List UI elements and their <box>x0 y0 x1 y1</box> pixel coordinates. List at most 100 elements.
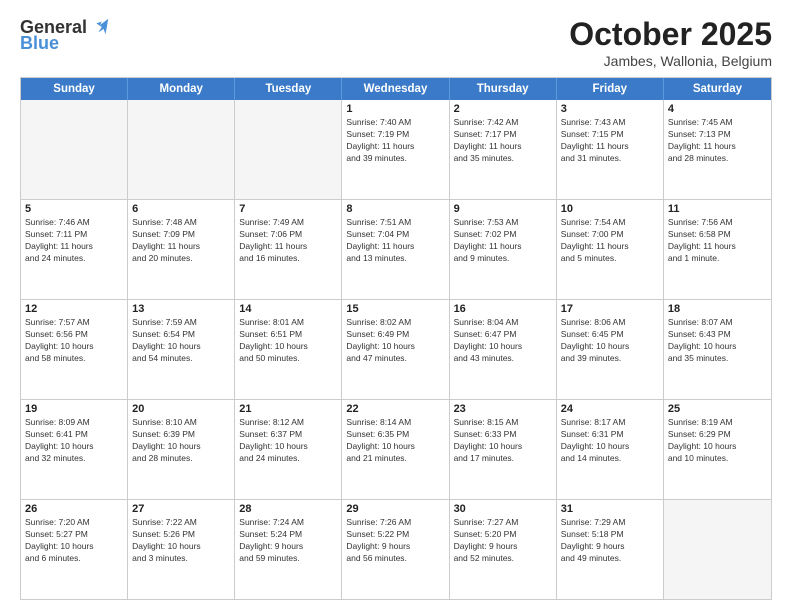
table-row: 27Sunrise: 7:22 AM Sunset: 5:26 PM Dayli… <box>128 500 235 599</box>
day-number: 9 <box>454 203 552 215</box>
header-wednesday: Wednesday <box>342 78 449 100</box>
title-block: October 2025 Jambes, Wallonia, Belgium <box>569 16 772 69</box>
table-row: 13 Sunrise: 7:59 AM Sunset: 6:54 PM Dayli… <box>128 300 235 399</box>
day-number: 18 <box>668 303 767 315</box>
day-info: Sunrise: 7:56 AM Sunset: 6:58 PM Dayligh… <box>668 217 767 265</box>
day-info: Sunrise: 8:06 AM Sunset: 6:45 PM Dayligh… <box>561 317 659 365</box>
day-number: 15 <box>346 303 444 315</box>
day-info: Sunrise: 7:20 AM Sunset: 5:27 PM Dayligh… <box>25 517 123 565</box>
table-row: 3 Sunrise: 7:43 AM Sunset: 7:15 PM Daylig… <box>557 100 664 199</box>
calendar-week-1: 1 Sunrise: 7:40 AM Sunset: 7:19 PM Daylig… <box>21 100 771 200</box>
table-row: 24 Sunrise: 8:17 AM Sunset: 6:31 PM Dayli… <box>557 400 664 499</box>
table-row: 21 Sunrise: 8:12 AM Sunset: 6:37 PM Dayli… <box>235 400 342 499</box>
header-saturday: Saturday <box>664 78 771 100</box>
day-info: Sunrise: 7:22 AM Sunset: 5:26 PM Dayligh… <box>132 517 230 565</box>
calendar-week-4: 19 Sunrise: 8:09 AM Sunset: 6:41 PM Dayli… <box>21 400 771 500</box>
table-row: 10 Sunrise: 7:54 AM Sunset: 7:00 PM Dayli… <box>557 200 664 299</box>
day-number: 20 <box>132 403 230 415</box>
table-row: 17 Sunrise: 8:06 AM Sunset: 6:45 PM Dayli… <box>557 300 664 399</box>
day-info: Sunrise: 7:26 AM Sunset: 5:22 PM Dayligh… <box>346 517 444 565</box>
table-row <box>21 100 128 199</box>
day-number: 17 <box>561 303 659 315</box>
day-number: 19 <box>25 403 123 415</box>
day-number: 21 <box>239 403 337 415</box>
day-number: 3 <box>561 103 659 115</box>
table-row: 31 Sunrise: 7:29 AM Sunset: 5:18 PM Dayli… <box>557 500 664 599</box>
day-info: Sunrise: 8:17 AM Sunset: 6:31 PM Dayligh… <box>561 417 659 465</box>
day-info: Sunrise: 7:27 AM Sunset: 5:20 PM Dayligh… <box>454 517 552 565</box>
day-info: Sunrise: 7:40 AM Sunset: 7:19 PM Dayligh… <box>346 117 444 165</box>
day-info: Sunrise: 7:43 AM Sunset: 7:15 PM Dayligh… <box>561 117 659 165</box>
calendar-week-3: 12Sunrise: 7:57 AM Sunset: 6:56 PM Dayli… <box>21 300 771 400</box>
day-info: Sunrise: 7:57 AM Sunset: 6:56 PM Dayligh… <box>25 317 123 365</box>
day-info: Sunrise: 7:42 AM Sunset: 7:17 PM Dayligh… <box>454 117 552 165</box>
table-row <box>664 500 771 599</box>
logo: General Blue <box>20 16 111 52</box>
table-row: 30 Sunrise: 7:27 AM Sunset: 5:20 PM Dayli… <box>450 500 557 599</box>
table-row: 9 Sunrise: 7:53 AM Sunset: 7:02 PM Daylig… <box>450 200 557 299</box>
day-info: Sunrise: 8:01 AM Sunset: 6:51 PM Dayligh… <box>239 317 337 365</box>
table-row: 12Sunrise: 7:57 AM Sunset: 6:56 PM Dayli… <box>21 300 128 399</box>
table-row: 4 Sunrise: 7:45 AM Sunset: 7:13 PM Daylig… <box>664 100 771 199</box>
day-number: 28 <box>239 503 337 515</box>
table-row: 26Sunrise: 7:20 AM Sunset: 5:27 PM Dayli… <box>21 500 128 599</box>
day-number: 31 <box>561 503 659 515</box>
table-row: 22 Sunrise: 8:14 AM Sunset: 6:35 PM Dayli… <box>342 400 449 499</box>
header-tuesday: Tuesday <box>235 78 342 100</box>
table-row: 7Sunrise: 7:49 AM Sunset: 7:06 PM Daylig… <box>235 200 342 299</box>
day-info: Sunrise: 8:19 AM Sunset: 6:29 PM Dayligh… <box>668 417 767 465</box>
day-number: 14 <box>239 303 337 315</box>
day-info: Sunrise: 7:53 AM Sunset: 7:02 PM Dayligh… <box>454 217 552 265</box>
table-row: 2Sunrise: 7:42 AM Sunset: 7:17 PM Daylig… <box>450 100 557 199</box>
header-thursday: Thursday <box>450 78 557 100</box>
day-info: Sunrise: 7:59 AM Sunset: 6:54 PM Dayligh… <box>132 317 230 365</box>
day-number: 29 <box>346 503 444 515</box>
day-number: 10 <box>561 203 659 215</box>
table-row: 19 Sunrise: 8:09 AM Sunset: 6:41 PM Dayli… <box>21 400 128 499</box>
table-row <box>235 100 342 199</box>
table-row: 18Sunrise: 8:07 AM Sunset: 6:43 PM Dayli… <box>664 300 771 399</box>
day-info: Sunrise: 7:49 AM Sunset: 7:06 PM Dayligh… <box>239 217 337 265</box>
day-number: 13 <box>132 303 230 315</box>
calendar-header: Sunday Monday Tuesday Wednesday Thursday… <box>21 78 771 100</box>
day-number: 22 <box>346 403 444 415</box>
day-info: Sunrise: 8:09 AM Sunset: 6:41 PM Dayligh… <box>25 417 123 465</box>
table-row: 15 Sunrise: 8:02 AM Sunset: 6:49 PM Dayli… <box>342 300 449 399</box>
logo-text: General Blue <box>20 16 111 52</box>
table-row: 16 Sunrise: 8:04 AM Sunset: 6:47 PM Dayli… <box>450 300 557 399</box>
day-number: 16 <box>454 303 552 315</box>
table-row: 25 Sunrise: 8:19 AM Sunset: 6:29 PM Dayli… <box>664 400 771 499</box>
table-row: 11Sunrise: 7:56 AM Sunset: 6:58 PM Dayli… <box>664 200 771 299</box>
day-info: Sunrise: 7:48 AM Sunset: 7:09 PM Dayligh… <box>132 217 230 265</box>
day-info: Sunrise: 8:14 AM Sunset: 6:35 PM Dayligh… <box>346 417 444 465</box>
calendar-week-5: 26Sunrise: 7:20 AM Sunset: 5:27 PM Dayli… <box>21 500 771 599</box>
day-number: 1 <box>346 103 444 115</box>
table-row: 23Sunrise: 8:15 AM Sunset: 6:33 PM Dayli… <box>450 400 557 499</box>
table-row <box>128 100 235 199</box>
day-number: 4 <box>668 103 767 115</box>
calendar-subtitle: Jambes, Wallonia, Belgium <box>569 53 772 69</box>
day-info: Sunrise: 8:10 AM Sunset: 6:39 PM Dayligh… <box>132 417 230 465</box>
day-number: 5 <box>25 203 123 215</box>
day-info: Sunrise: 8:04 AM Sunset: 6:47 PM Dayligh… <box>454 317 552 365</box>
table-row: 5Sunrise: 7:46 AM Sunset: 7:11 PM Daylig… <box>21 200 128 299</box>
day-info: Sunrise: 7:51 AM Sunset: 7:04 PM Dayligh… <box>346 217 444 265</box>
calendar-title: October 2025 <box>569 16 772 53</box>
day-number: 30 <box>454 503 552 515</box>
day-info: Sunrise: 8:02 AM Sunset: 6:49 PM Dayligh… <box>346 317 444 365</box>
day-info: Sunrise: 8:12 AM Sunset: 6:37 PM Dayligh… <box>239 417 337 465</box>
day-number: 25 <box>668 403 767 415</box>
day-info: Sunrise: 7:29 AM Sunset: 5:18 PM Dayligh… <box>561 517 659 565</box>
day-info: Sunrise: 7:54 AM Sunset: 7:00 PM Dayligh… <box>561 217 659 265</box>
day-number: 8 <box>346 203 444 215</box>
table-row: 6 Sunrise: 7:48 AM Sunset: 7:09 PM Daylig… <box>128 200 235 299</box>
day-number: 6 <box>132 203 230 215</box>
table-row: 29 Sunrise: 7:26 AM Sunset: 5:22 PM Dayli… <box>342 500 449 599</box>
calendar-week-2: 5Sunrise: 7:46 AM Sunset: 7:11 PM Daylig… <box>21 200 771 300</box>
day-number: 24 <box>561 403 659 415</box>
day-info: Sunrise: 7:45 AM Sunset: 7:13 PM Dayligh… <box>668 117 767 165</box>
table-row: 20 Sunrise: 8:10 AM Sunset: 6:39 PM Dayli… <box>128 400 235 499</box>
calendar-body: 1 Sunrise: 7:40 AM Sunset: 7:19 PM Daylig… <box>21 100 771 599</box>
header: General Blue October 2025 Jambes, Wallon… <box>20 16 772 69</box>
header-friday: Friday <box>557 78 664 100</box>
